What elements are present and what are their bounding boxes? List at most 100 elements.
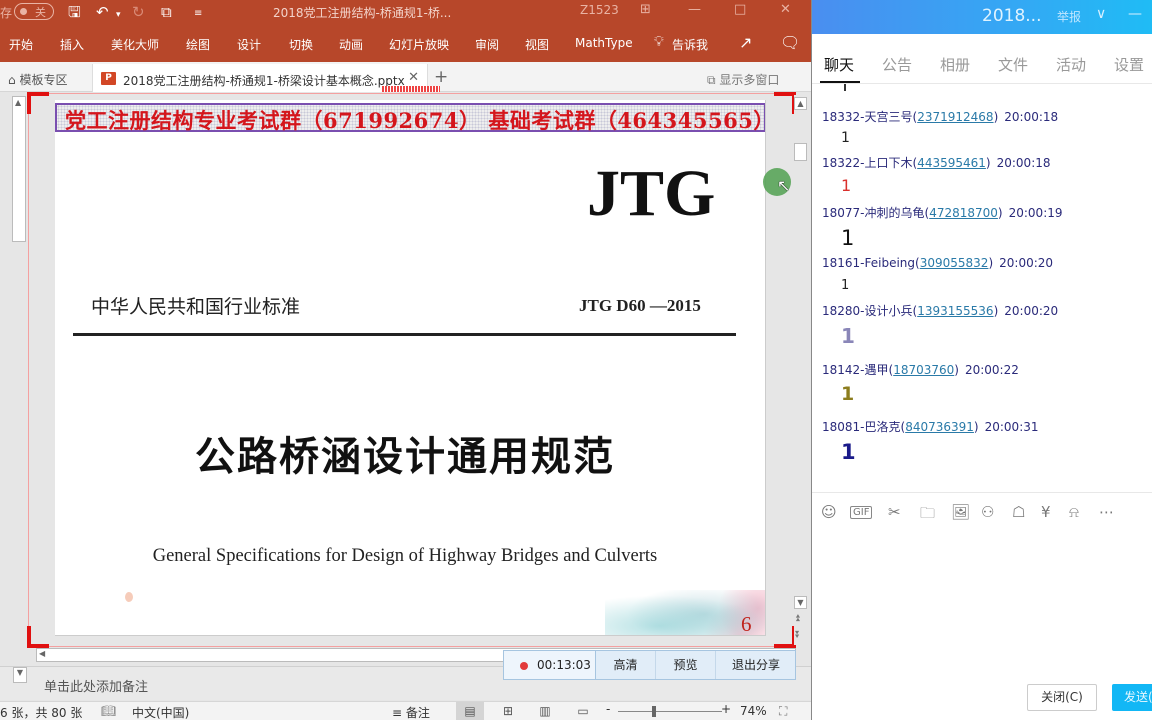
sender-qq-link[interactable]: 18703760 <box>893 363 954 377</box>
fit-to-window-icon[interactable]: ⛶ <box>779 704 787 719</box>
tell-me[interactable]: 告诉我 <box>672 36 708 53</box>
normal-view-icon[interactable]: ▤ <box>456 702 484 720</box>
tab-review[interactable]: 审阅 <box>475 36 499 53</box>
thumbnail-scrollbar[interactable]: ▲ <box>12 96 26 242</box>
tab-home[interactable]: 开始 <box>9 36 33 53</box>
scroll-left-icon[interactable]: ◀ <box>39 649 45 658</box>
zoom-slider-track[interactable] <box>618 711 722 712</box>
sender-qq-link[interactable]: 2371912468 <box>917 110 993 124</box>
close-icon[interactable]: ✕ <box>780 2 791 17</box>
notes-placeholder[interactable]: 单击此处添加备注 <box>44 676 148 695</box>
spellcheck-icon[interactable]: 📖︎ <box>101 704 116 718</box>
sender-name[interactable]: 18142-遇甲 <box>822 363 889 377</box>
reading-view-icon[interactable]: ▥ <box>531 702 559 720</box>
scroll-up-button[interactable]: ▲ <box>794 97 807 110</box>
slideshow-view-icon[interactable]: ▭ <box>569 702 597 720</box>
close-tab-icon[interactable]: ✕ <box>408 70 419 85</box>
slide-canvas[interactable]: 党工注册结构专业考试群（671992674） 基础考试群（464345565） … <box>55 100 766 636</box>
tab-beautify[interactable]: 美化大师 <box>111 36 159 53</box>
slideshow-from-start-icon[interactable]: ⧉ <box>161 3 172 21</box>
avatar-show-icon[interactable]: ⚇ <box>981 503 994 521</box>
sender-name[interactable]: 18081-巴洛克 <box>822 420 901 434</box>
red-packet-icon[interactable]: ¥ <box>1041 503 1051 521</box>
tab-mathtype[interactable]: MathType <box>575 36 633 50</box>
sender-name[interactable]: 18077-冲刺的乌龟 <box>822 206 925 220</box>
minimize-chat-icon[interactable]: — <box>1128 6 1142 22</box>
zoom-out-icon[interactable]: - <box>606 702 610 716</box>
tab-transitions[interactable]: 切换 <box>289 36 313 53</box>
tab-slideshow[interactable]: 幻灯片放映 <box>389 36 449 53</box>
previous-slide-icon[interactable]: ⏫︎ <box>795 613 800 624</box>
chat-message: 18322-上口下木(443595461) 20:00:18 1 <box>822 154 1142 195</box>
hd-button[interactable]: 高清 <box>596 651 656 679</box>
next-slide-icon[interactable]: ⏬︎ <box>795 630 800 641</box>
exit-share-button[interactable]: 退出分享 <box>716 651 796 679</box>
sender-qq-link[interactable]: 1393155536 <box>917 304 993 318</box>
send-button[interactable]: 发送( <box>1112 684 1152 711</box>
save-icon[interactable]: 🖫 <box>68 3 81 21</box>
notes-toggle[interactable]: ≡ 备注 <box>392 704 430 720</box>
tab-design[interactable]: 设计 <box>237 36 261 53</box>
slide-scrollbar[interactable]: ▲ ▼ ⏫︎ ⏬︎ <box>794 95 808 645</box>
redo-icon[interactable]: ↻ <box>132 3 145 21</box>
tab-settings[interactable]: 设置 <box>1114 54 1144 75</box>
close-button[interactable]: 关闭(C) <box>1027 684 1097 711</box>
chevron-down-icon[interactable]: ∨ <box>1096 6 1106 22</box>
tab-chat[interactable]: 聊天 <box>824 54 854 75</box>
sender-qq-link[interactable]: 309055832 <box>920 256 989 270</box>
share-icon[interactable]: ↗ <box>739 33 752 52</box>
new-tab-icon[interactable]: + <box>434 67 448 87</box>
ribbon-display-icon[interactable]: ⊞ <box>640 2 651 17</box>
gift-icon[interactable]: ☖ <box>1012 503 1025 521</box>
zoom-percent[interactable]: 74% <box>740 704 767 718</box>
report-link[interactable]: 举报 <box>1057 8 1081 25</box>
maximize-icon[interactable]: □ <box>734 2 746 17</box>
minimize-icon[interactable]: — <box>688 2 701 17</box>
standard-category: 中华人民共和国行业标准 <box>91 296 301 318</box>
scroll-up-icon[interactable]: ▲ <box>15 98 21 107</box>
sender-qq-link[interactable]: 443595461 <box>917 156 986 170</box>
document-tab[interactable]: P 2018党工注册结构-桥通规1-桥梁设计基本概念.pptx ✕ <box>92 64 428 92</box>
tab-insert[interactable]: 插入 <box>60 36 84 53</box>
message-input[interactable] <box>812 530 1152 680</box>
customize-toolbar-icon[interactable]: ≡ <box>194 5 202 23</box>
undo-icon[interactable]: ↶ <box>96 3 109 21</box>
zoom-slider-thumb[interactable] <box>652 706 656 717</box>
autosave-toggle[interactable]: 关 <box>14 3 54 20</box>
thumbnail-scroll-down[interactable]: ▼ <box>13 667 27 683</box>
tab-files[interactable]: 文件 <box>998 54 1028 75</box>
zoom-in-icon[interactable]: + <box>721 702 731 716</box>
emoji-icon[interactable]: ☺ <box>821 503 837 521</box>
preview-button[interactable]: 预览 <box>656 651 716 679</box>
sender-name[interactable]: 18322-上口下木 <box>822 156 913 170</box>
undo-dropdown-icon[interactable]: ▾ <box>116 6 121 24</box>
exam-group-banner[interactable]: 党工注册结构专业考试群（671992674） 基础考试群（464345565） <box>55 103 765 133</box>
tab-view[interactable]: 视图 <box>525 36 549 53</box>
comments-icon[interactable]: 🗨︎ <box>780 33 800 52</box>
sender-qq-link[interactable]: 840736391 <box>905 420 974 434</box>
scroll-down-button[interactable]: ▼ <box>794 596 807 609</box>
gif-icon[interactable]: GIF <box>850 506 873 519</box>
tab-activities[interactable]: 活动 <box>1056 54 1086 75</box>
user-name[interactable]: Z1523 <box>580 3 619 17</box>
folder-icon[interactable]: 🗀︎ <box>920 503 935 528</box>
scroll-thumb[interactable] <box>794 143 807 161</box>
screenshot-icon[interactable]: ✂ <box>888 503 901 521</box>
image-icon[interactable]: 🖼︎ <box>951 503 970 521</box>
language-indicator[interactable]: 中文(中国) <box>132 704 189 720</box>
document-title: 2018党工注册结构-桥通规1-桥... <box>273 6 452 20</box>
slide-sorter-icon[interactable]: ⊞ <box>494 702 522 720</box>
bell-icon[interactable]: ⍾ <box>1069 503 1079 521</box>
sender-name[interactable]: 18280-设计小兵 <box>822 304 913 318</box>
tab-announcements[interactable]: 公告 <box>882 54 912 75</box>
show-multi-window[interactable]: ⧉ 显示多窗口 <box>707 71 779 88</box>
tab-animations[interactable]: 动画 <box>339 36 363 53</box>
sender-name[interactable]: 18161-Feibeing <box>822 256 915 270</box>
sender-qq-link[interactable]: 472818700 <box>929 206 998 220</box>
tab-draw[interactable]: 绘图 <box>186 36 210 53</box>
sender-name[interactable]: 18332-天宫三号 <box>822 110 913 124</box>
message-list[interactable]: 18332-天宫三号(2371912468) 20:00:18 1 18322-上… <box>812 84 1152 492</box>
tab-template-zone[interactable]: ⌂ 模板专区 <box>8 71 67 88</box>
tab-album[interactable]: 相册 <box>940 54 970 75</box>
more-icon[interactable]: ⋯ <box>1099 503 1114 521</box>
